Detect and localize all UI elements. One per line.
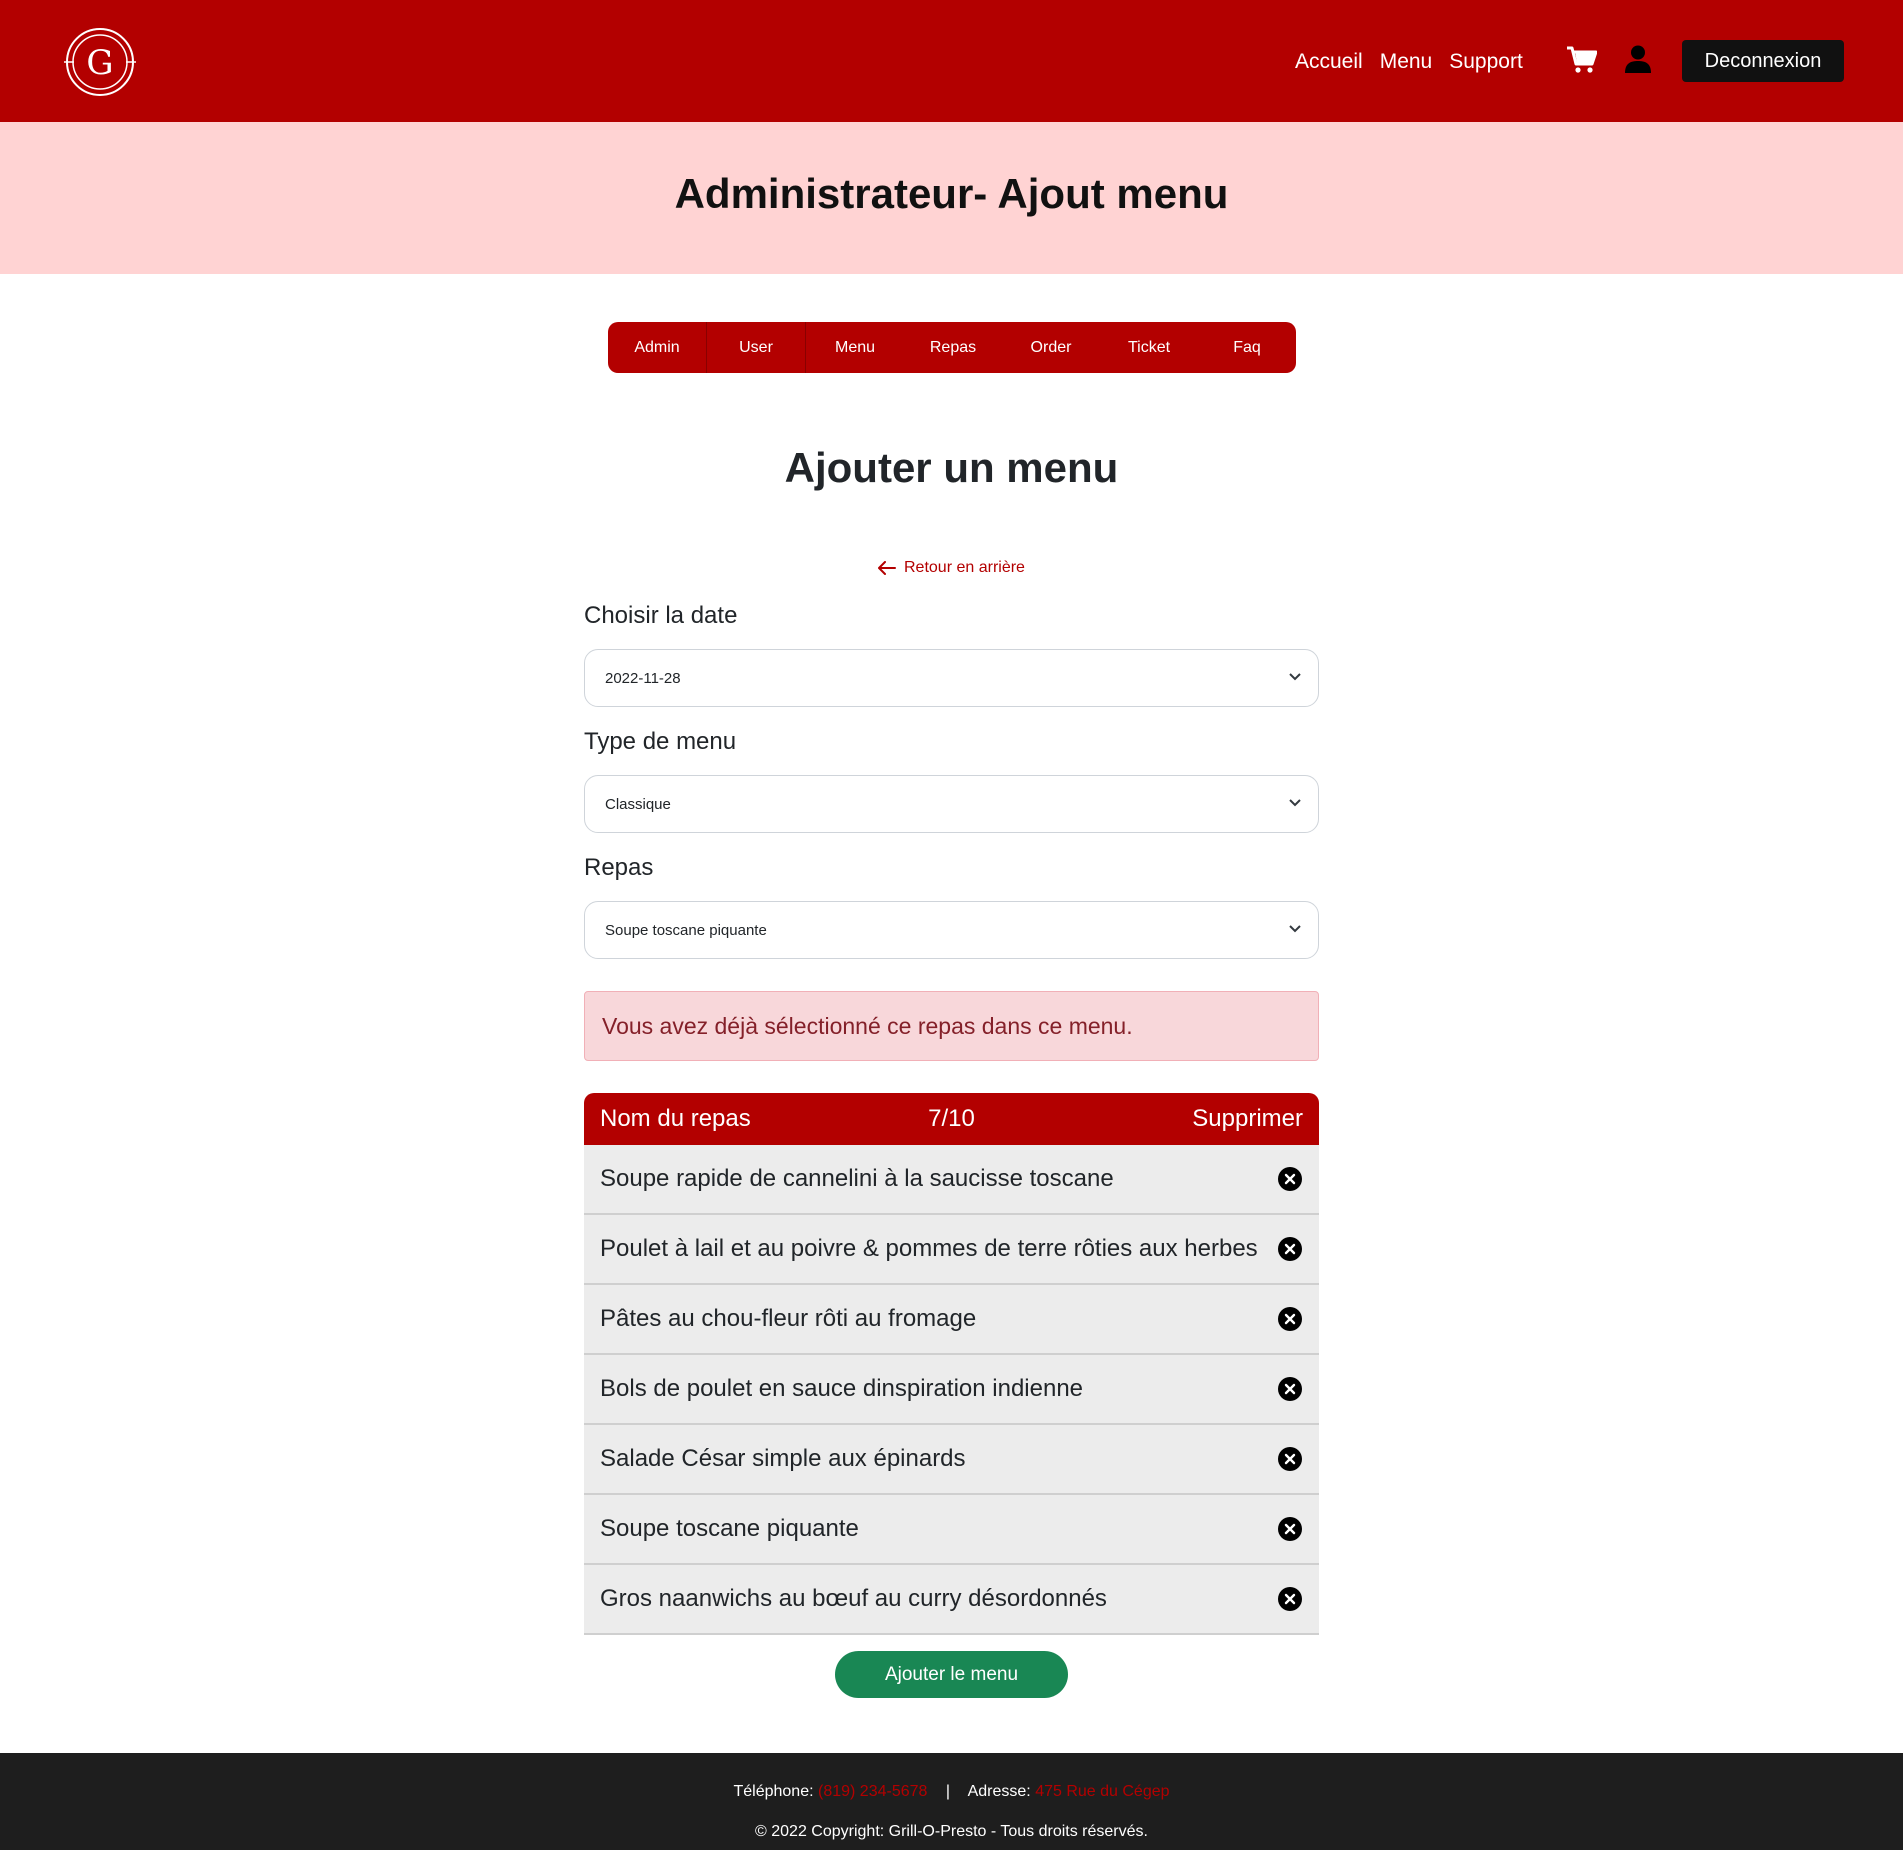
tab-faq[interactable]: Faq xyxy=(1198,322,1296,373)
duplicate-meal-alert: Vous avez déjà sélectionné ce repas dans… xyxy=(584,991,1319,1061)
meal-name: Bols de poulet en sauce dinspiration ind… xyxy=(600,1375,1084,1402)
footer-contact: Téléphone: (819) 234-5678 | Adresse: 475… xyxy=(0,1783,1903,1801)
address-link[interactable]: 475 Rue du Cégep xyxy=(1035,1783,1169,1800)
tab-order[interactable]: Order xyxy=(1002,322,1100,373)
meal-name: Poulet à lail et au poivre & pommes de t… xyxy=(600,1235,1258,1262)
logo-letter: G xyxy=(86,43,113,83)
meal-select-value: Soupe toscane piquante xyxy=(605,921,767,939)
tab-user[interactable]: User xyxy=(707,322,806,373)
page-title: Administrateur- Ajout menu xyxy=(674,170,1229,217)
remove-circle-icon[interactable] xyxy=(1277,1516,1303,1542)
arrow-left-icon xyxy=(878,561,896,575)
col-delete: Supprimer xyxy=(1192,1105,1303,1132)
table-row: Poulet à lail et au poivre & pommes de t… xyxy=(584,1215,1319,1285)
logout-button[interactable]: Deconnexion xyxy=(1682,40,1844,82)
meal-label: Repas xyxy=(584,854,654,881)
menu-type-select[interactable]: Classique xyxy=(584,775,1319,833)
table-row: Soupe toscane piquante xyxy=(584,1495,1319,1565)
remove-circle-icon[interactable] xyxy=(1277,1166,1303,1192)
form-title: Ajouter un menu xyxy=(784,444,1119,491)
menu-type-select-value: Classique xyxy=(605,795,671,813)
cart-icon[interactable] xyxy=(1567,46,1597,74)
tab-repas[interactable]: Repas xyxy=(904,322,1002,373)
back-link-label: Retour en arrière xyxy=(904,559,1025,576)
table-row: Gros naanwichs au bœuf au curry désordon… xyxy=(584,1565,1319,1635)
date-select-value: 2022-11-28 xyxy=(605,669,681,687)
tab-admin[interactable]: Admin xyxy=(608,322,707,373)
date-select[interactable]: 2022-11-28 xyxy=(584,649,1319,707)
chevron-down-icon xyxy=(1289,799,1301,807)
back-link[interactable]: Retour en arrière xyxy=(878,559,1025,577)
top-navbar: G Accueil Menu Support Deconnexion xyxy=(0,0,1903,122)
date-label: Choisir la date xyxy=(584,602,738,629)
user-icon[interactable] xyxy=(1625,45,1651,73)
remove-circle-icon[interactable] xyxy=(1277,1446,1303,1472)
meal-name: Pâtes au chou-fleur rôti au fromage xyxy=(600,1305,977,1332)
menu-type-label: Type de menu xyxy=(584,728,737,755)
meal-name: Soupe toscane piquante xyxy=(600,1515,859,1542)
table-row: Soupe rapide de cannelini à la saucisse … xyxy=(584,1145,1319,1215)
add-menu-button[interactable]: Ajouter le menu xyxy=(835,1651,1068,1698)
table-row: Bols de poulet en sauce dinspiration ind… xyxy=(584,1355,1319,1425)
meal-name: Gros naanwichs au bœuf au curry désordon… xyxy=(600,1585,1107,1612)
table-row: Salade César simple aux épinards xyxy=(584,1425,1319,1495)
footer-separator: | xyxy=(945,1783,951,1800)
meal-select[interactable]: Soupe toscane piquante xyxy=(584,901,1319,959)
phone-link[interactable]: (819) 234-5678 xyxy=(818,1783,927,1800)
address-label: Adresse: xyxy=(967,1783,1031,1800)
meal-name: Soupe rapide de cannelini à la saucisse … xyxy=(600,1165,1114,1192)
remove-circle-icon[interactable] xyxy=(1277,1236,1303,1262)
copyright: © 2022 Copyright: Grill-O-Presto - Tous … xyxy=(755,1823,1148,1840)
table-row: Pâtes au chou-fleur rôti au fromage xyxy=(584,1285,1319,1355)
meal-table: Nom du repas 7/10 Supprimer Soupe rapide… xyxy=(584,1093,1319,1635)
chevron-down-icon xyxy=(1289,673,1301,681)
tab-ticket[interactable]: Ticket xyxy=(1100,322,1198,373)
main-nav: Accueil Menu Support xyxy=(1295,50,1523,74)
nav-menu[interactable]: Menu xyxy=(1380,50,1433,74)
grill-o-presto-logo[interactable]: G xyxy=(64,26,136,98)
remove-circle-icon[interactable] xyxy=(1277,1376,1303,1402)
col-meal-name: Nom du repas xyxy=(600,1105,751,1132)
meal-name: Salade César simple aux épinards xyxy=(600,1445,966,1472)
phone-label: Téléphone: xyxy=(733,1783,814,1800)
tab-menu[interactable]: Menu xyxy=(806,322,904,373)
table-header: Nom du repas 7/10 Supprimer xyxy=(584,1093,1319,1145)
nav-accueil[interactable]: Accueil xyxy=(1295,50,1363,74)
remove-circle-icon[interactable] xyxy=(1277,1586,1303,1612)
chevron-down-icon xyxy=(1289,925,1301,933)
footer: Téléphone: (819) 234-5678 | Adresse: 475… xyxy=(0,1753,1903,1850)
remove-circle-icon[interactable] xyxy=(1277,1306,1303,1332)
admin-tabs: Admin User Menu Repas Order Ticket Faq xyxy=(608,322,1296,373)
nav-support[interactable]: Support xyxy=(1449,50,1523,74)
